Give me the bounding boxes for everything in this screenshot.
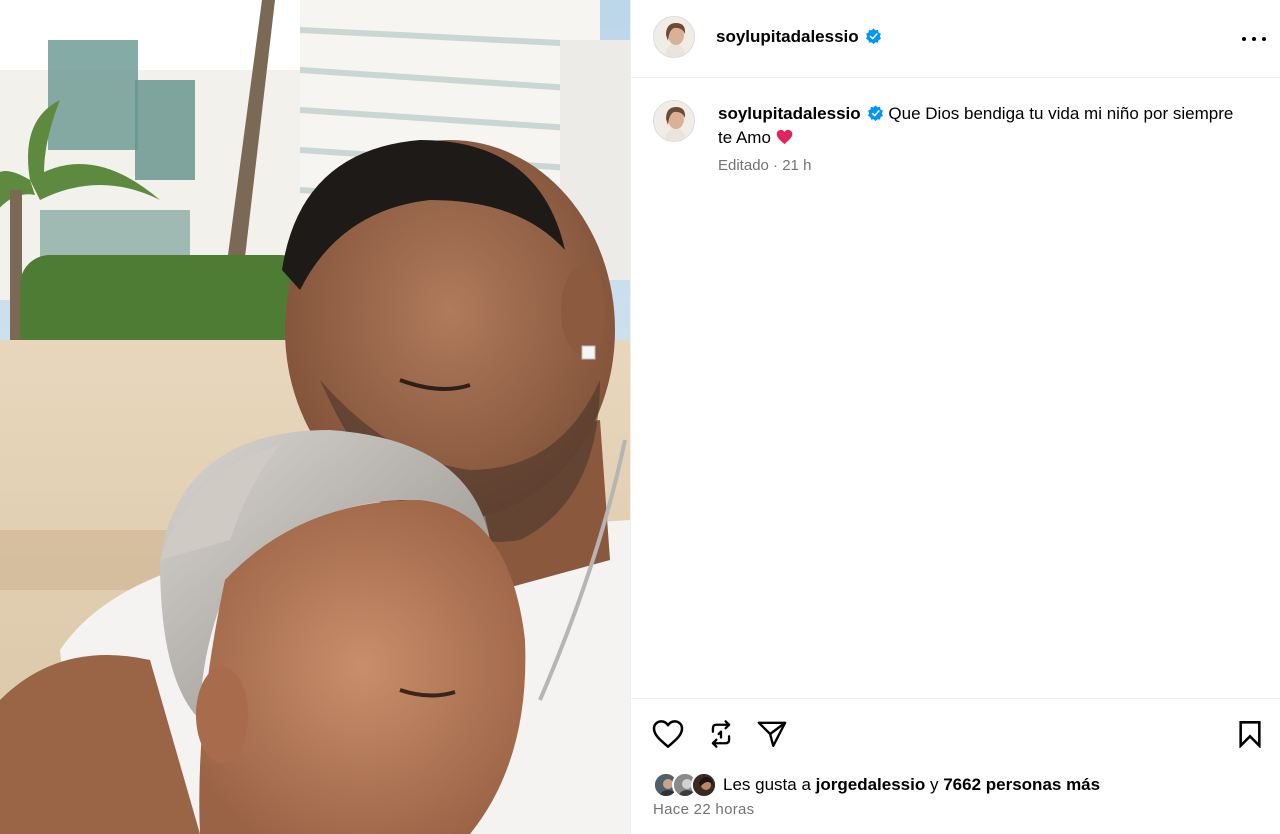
verified-badge-icon xyxy=(865,28,881,45)
repost-button[interactable] xyxy=(704,717,738,751)
like-button[interactable] xyxy=(651,717,685,751)
send-icon xyxy=(757,721,787,748)
repost-icon xyxy=(711,720,731,748)
meta-separator: · xyxy=(768,157,783,174)
caption-author-avatar[interactable] xyxy=(653,100,695,142)
author-avatar[interactable] xyxy=(653,16,695,58)
verified-badge-icon xyxy=(867,105,883,122)
post-sidebar: soylupitadalessio soylupitadalessio Que … xyxy=(630,0,1280,834)
first-liker-username[interactable]: jorgedalessio xyxy=(816,775,926,795)
heart-emoji xyxy=(776,128,793,147)
bookmark-icon xyxy=(1239,721,1261,748)
likes-count-link[interactable]: 7662 personas más xyxy=(943,775,1100,795)
post-header: soylupitadalessio xyxy=(631,0,1280,78)
liker-avatars[interactable] xyxy=(653,772,717,798)
save-button[interactable] xyxy=(1233,717,1267,751)
share-button[interactable] xyxy=(755,717,789,751)
post-relative-time[interactable]: 21 h xyxy=(782,157,811,174)
post-photo[interactable] xyxy=(0,0,630,834)
more-icon xyxy=(1242,37,1246,41)
heart-icon xyxy=(652,720,684,748)
likes-conjunction: y xyxy=(929,775,939,794)
caption-username[interactable]: soylupitadalessio xyxy=(718,104,884,123)
post-image xyxy=(0,0,630,834)
author-username[interactable]: soylupitadalessio xyxy=(716,27,882,47)
post-actions: Les gusta a jorgedalessio y 7662 persona… xyxy=(631,698,1280,834)
post-timestamp[interactable]: Hace 22 horas xyxy=(653,801,754,818)
edited-label: Editado xyxy=(718,157,769,174)
post-caption: soylupitadalessio Que Dios bendiga tu vi… xyxy=(718,102,1238,150)
likes-summary: Les gusta a jorgedalessio y 7662 persona… xyxy=(653,771,1100,799)
likes-prefix: Les gusta a xyxy=(723,775,811,794)
post-meta: Editado · 21 h xyxy=(718,157,811,174)
more-options-button[interactable] xyxy=(1239,24,1269,54)
liker-avatar xyxy=(691,772,717,798)
